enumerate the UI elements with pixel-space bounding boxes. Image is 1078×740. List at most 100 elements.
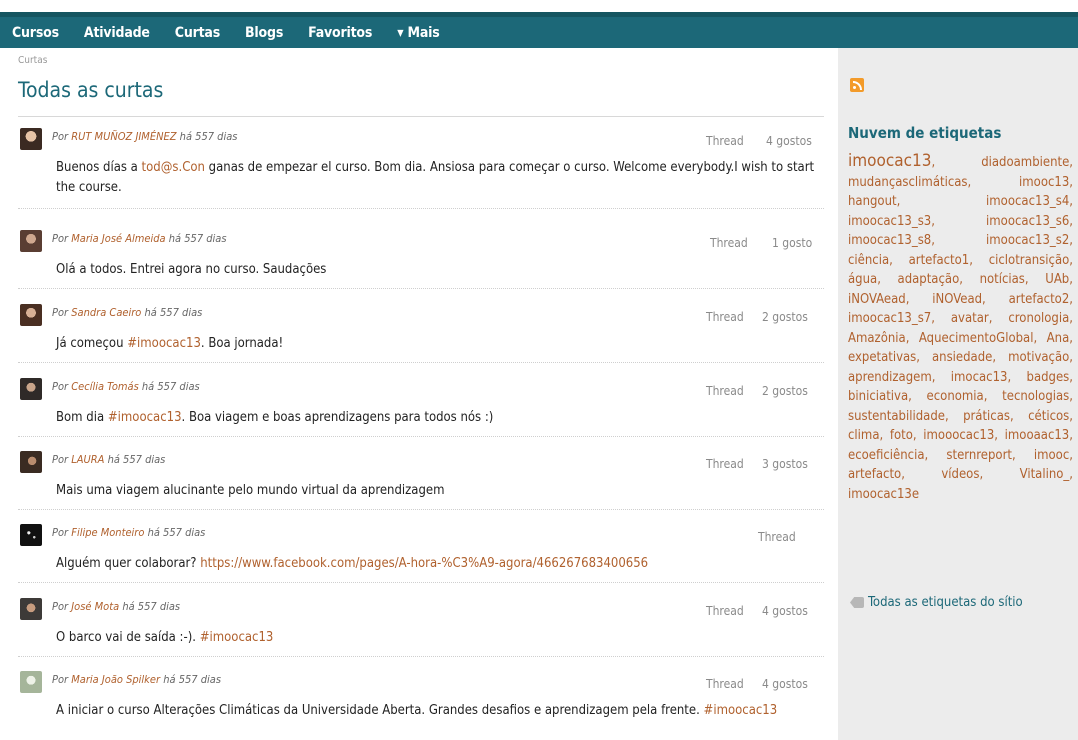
tag-link[interactable]: UAb	[1045, 272, 1069, 287]
nav-item-atividade[interactable]: Atividade	[84, 25, 150, 41]
nav-item-blogs[interactable]: Blogs	[245, 25, 283, 41]
author-link[interactable]: José Mota	[71, 600, 119, 613]
tag-link[interactable]: imoocac13_s3	[848, 214, 931, 229]
tag-link[interactable]: imoocac13_s4	[986, 194, 1069, 209]
nav-item-curtas[interactable]: Curtas	[175, 25, 220, 41]
post-text: Alguém quer colaborar?	[56, 556, 201, 571]
likes-count[interactable]: 3 gostos	[762, 457, 808, 471]
tag-link[interactable]: artefacto	[848, 467, 901, 482]
rss-icon[interactable]	[850, 78, 864, 92]
tag-link[interactable]: imoocac13_s2	[986, 233, 1069, 248]
tag-link[interactable]: imocac13	[951, 370, 1008, 385]
likes-count[interactable]: 4 gostos	[766, 134, 812, 148]
author-link[interactable]: Sandra Caeiro	[71, 306, 141, 319]
tag-link[interactable]: ciclotransição	[989, 253, 1070, 268]
tag-link[interactable]: cronologia	[1008, 311, 1069, 326]
post-link[interactable]: #imoocac13	[704, 703, 778, 718]
tag-link[interactable]: imooocac13	[923, 428, 994, 443]
tag-link[interactable]: imoocac13e	[848, 487, 919, 502]
tag-link[interactable]: vídeos	[941, 467, 979, 482]
tag-link[interactable]: imoocac13_s7	[848, 311, 931, 326]
thread-link[interactable]: Thread	[706, 457, 744, 471]
tag-link[interactable]: notícias	[980, 272, 1025, 287]
avatar[interactable]	[20, 304, 42, 326]
avatar[interactable]	[20, 671, 42, 693]
tag-link[interactable]: sustentabilidade	[848, 409, 945, 424]
tag-link[interactable]: artefacto2	[1009, 292, 1070, 307]
author-link[interactable]: Filipe Monteiro	[71, 526, 144, 539]
tag-link[interactable]: iNOVead	[932, 292, 982, 307]
likes-count[interactable]: 4 gostos	[762, 604, 808, 618]
tag-link[interactable]: Vitalino_	[1020, 467, 1070, 482]
tag-link[interactable]: sternreport	[946, 448, 1012, 463]
tag-link[interactable]: hangout	[848, 194, 897, 209]
tag-link[interactable]: biniciativa	[848, 389, 908, 404]
post-item: Por Sandra Caeiro há 557 dias Thread 2 g…	[18, 304, 824, 363]
nav-item-cursos[interactable]: Cursos	[12, 25, 59, 41]
author-link[interactable]: LAURA	[71, 453, 104, 466]
post-meta: Por Sandra Caeiro há 557 dias	[52, 306, 202, 319]
tag-link[interactable]: imoocac13_s6	[986, 214, 1069, 229]
avatar[interactable]	[20, 524, 42, 546]
tag-link[interactable]: imoocac13_s8	[848, 233, 931, 248]
tag-link[interactable]: ecoeficiência	[848, 448, 925, 463]
tag-link[interactable]: diadoambiente	[981, 155, 1069, 170]
tag-link[interactable]: imooc	[1034, 448, 1069, 463]
likes-count[interactable]: 2 gostos	[762, 384, 808, 398]
tag-link[interactable]: expetativas	[848, 350, 916, 365]
tag-link[interactable]: foto	[890, 428, 913, 443]
tag-link[interactable]: imooc13	[1019, 175, 1069, 190]
author-link[interactable]: Cecília Tomás	[71, 380, 139, 393]
thread-link[interactable]: Thread	[706, 310, 744, 324]
tag-link[interactable]: badges	[1027, 370, 1070, 385]
tag-link[interactable]: imooaac13	[1005, 428, 1070, 443]
author-link[interactable]: Maria João Spilker	[71, 673, 160, 686]
avatar[interactable]	[20, 451, 42, 473]
tag-link[interactable]: céticos	[1028, 409, 1069, 424]
thread-link[interactable]: Thread	[758, 530, 796, 544]
tag-link[interactable]: aprendizagem	[848, 370, 932, 385]
tag-link[interactable]: práticas	[963, 409, 1010, 424]
avatar[interactable]	[20, 598, 42, 620]
tag-link[interactable]: ciência	[848, 253, 889, 268]
thread-link[interactable]: Thread	[706, 384, 744, 398]
tag-link[interactable]: AquecimentoGlobal	[919, 331, 1034, 346]
tag-link[interactable]: artefacto1	[909, 253, 970, 268]
thread-link[interactable]: Thread	[706, 677, 744, 691]
thread-link[interactable]: Thread	[706, 134, 744, 148]
tag-link[interactable]: ansiedade	[932, 350, 992, 365]
post-link[interactable]: #imoocac13	[200, 630, 274, 645]
likes-count[interactable]: 2 gostos	[762, 310, 808, 324]
tag-link[interactable]: adaptação	[898, 272, 960, 287]
tag-link[interactable]: imoocac13	[848, 151, 932, 171]
thread-link[interactable]: Thread	[706, 604, 744, 618]
tag-link[interactable]: Ana	[1047, 331, 1070, 346]
post-link[interactable]: tod@s.Con	[142, 160, 205, 175]
tag-link[interactable]: iNOVAead	[848, 292, 906, 307]
avatar[interactable]	[20, 230, 42, 252]
post-link[interactable]: #imoocac13	[127, 336, 201, 351]
avatar[interactable]	[20, 128, 42, 150]
author-link[interactable]: Maria José Almeida	[71, 232, 165, 245]
post-meta: Por Cecília Tomás há 557 dias	[52, 380, 200, 393]
nav-item-mais[interactable]: ▾ Mais	[397, 25, 440, 41]
post-link[interactable]: https://www.facebook.com/pages/A-hora-%C…	[200, 556, 648, 571]
tag-link[interactable]: clima	[848, 428, 880, 443]
likes-count[interactable]: 1 gosto	[772, 236, 812, 250]
tag-link[interactable]: Amazônia	[848, 331, 906, 346]
tag-link[interactable]: avatar	[951, 311, 989, 326]
likes-count[interactable]: 4 gostos	[762, 677, 808, 691]
avatar[interactable]	[20, 378, 42, 400]
tag-link[interactable]: tecnologias	[1002, 389, 1069, 404]
breadcrumb[interactable]: Curtas	[18, 55, 47, 66]
author-link[interactable]: RUT MUÑOZ JIMÉNEZ	[71, 130, 176, 143]
tag-link[interactable]: motivação	[1008, 350, 1069, 365]
nav-item-favoritos[interactable]: Favoritos	[308, 25, 372, 41]
all-tags-link[interactable]: Todas as etiquetas do sítio	[850, 595, 1023, 610]
tag-link[interactable]: mudançasclimáticas	[848, 175, 968, 190]
post-link[interactable]: #imoocac13	[108, 410, 182, 425]
tag-link[interactable]: água	[848, 272, 877, 287]
tag-link[interactable]: economia	[927, 389, 984, 404]
thread-link[interactable]: Thread	[710, 236, 748, 250]
post-time: há 557 dias	[141, 380, 200, 393]
